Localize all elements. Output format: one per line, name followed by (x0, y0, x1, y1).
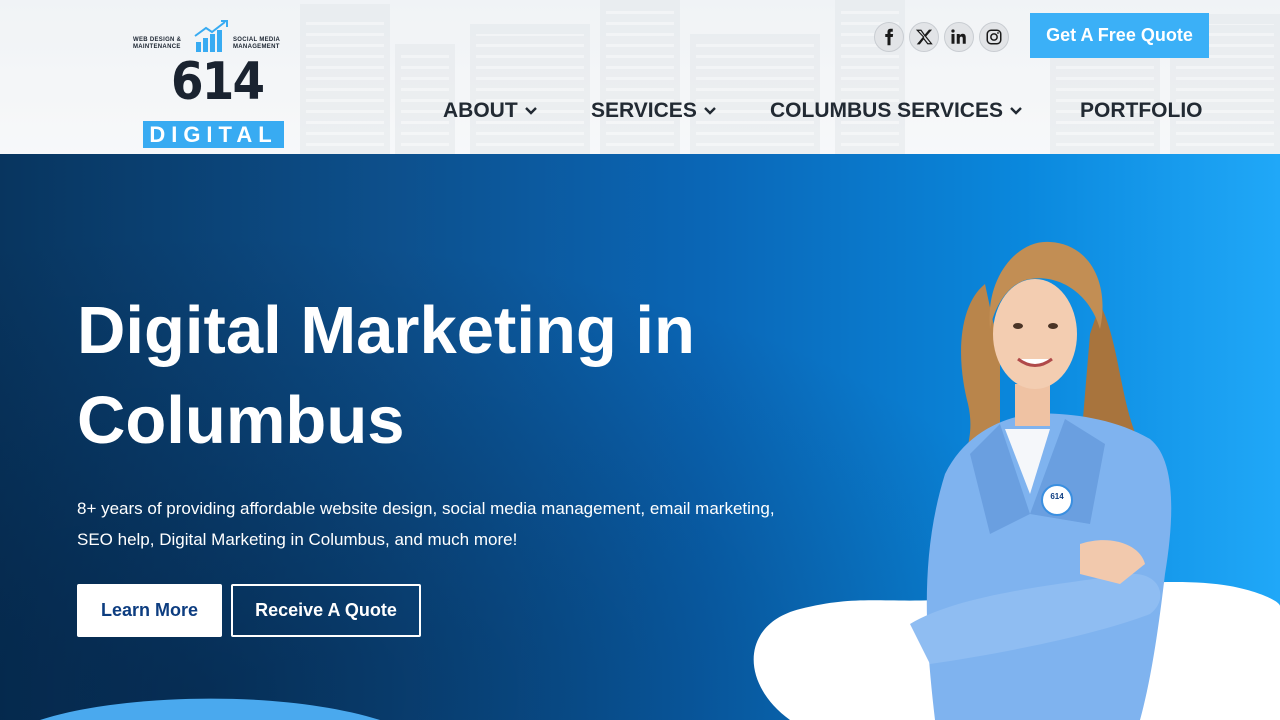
instagram-icon (986, 29, 1002, 45)
site-logo[interactable]: WEB DESIGN & MAINTENANCE SOCIAL MEDIA MA… (133, 14, 295, 150)
nav-item-about[interactable]: ABOUT (443, 99, 538, 123)
logo-tagline-left: WEB DESIGN & MAINTENANCE (133, 37, 182, 50)
site-header: WEB DESIGN & MAINTENANCE SOCIAL MEDIA MA… (0, 0, 1280, 154)
receive-quote-button[interactable]: Receive A Quote (231, 584, 421, 637)
x-icon (915, 29, 933, 45)
nav-item-label: COLUMBUS SERVICES (770, 99, 1003, 122)
nav-item-portfolio[interactable]: PORTFOLIO (1080, 99, 1203, 123)
nav-item-columbus-services[interactable]: COLUMBUS SERVICES (770, 99, 1023, 123)
facebook-icon (885, 28, 894, 46)
woman-illustration (910, 241, 1172, 720)
linkedin-link[interactable] (944, 22, 974, 52)
facebook-link[interactable] (874, 22, 904, 52)
instagram-link[interactable] (979, 22, 1009, 52)
blazer-badge-text: 614 (1050, 492, 1064, 501)
logo-wordmark: DIGITAL (143, 121, 284, 148)
nav-item-label: ABOUT (443, 99, 518, 122)
chevron-down-icon (524, 107, 537, 115)
get-free-quote-button[interactable]: Get A Free Quote (1030, 13, 1209, 58)
linkedin-icon (951, 29, 966, 44)
blue-arc-shape (40, 698, 380, 720)
growth-chart-icon (194, 20, 228, 52)
nav-item-label: PORTFOLIO (1080, 99, 1203, 122)
x-link[interactable] (909, 22, 939, 52)
chevron-down-icon (703, 107, 716, 115)
nav-item-label: SERVICES (591, 99, 697, 122)
chevron-down-icon (1010, 107, 1022, 115)
learn-more-button[interactable]: Learn More (77, 584, 222, 637)
hero-title: Digital Marketing in Columbus (77, 293, 695, 458)
nav-item-services[interactable]: SERVICES (591, 99, 717, 123)
logo-number: 614 (171, 52, 265, 112)
hero-section: 614 Digital Marketing in Columbus 8+ yea… (0, 154, 1280, 720)
social-links (874, 22, 1009, 52)
logo-tagline-right: SOCIAL MEDIA MANAGEMENT (233, 37, 280, 50)
hero-description: 8+ years of providing affordable website… (77, 499, 775, 549)
